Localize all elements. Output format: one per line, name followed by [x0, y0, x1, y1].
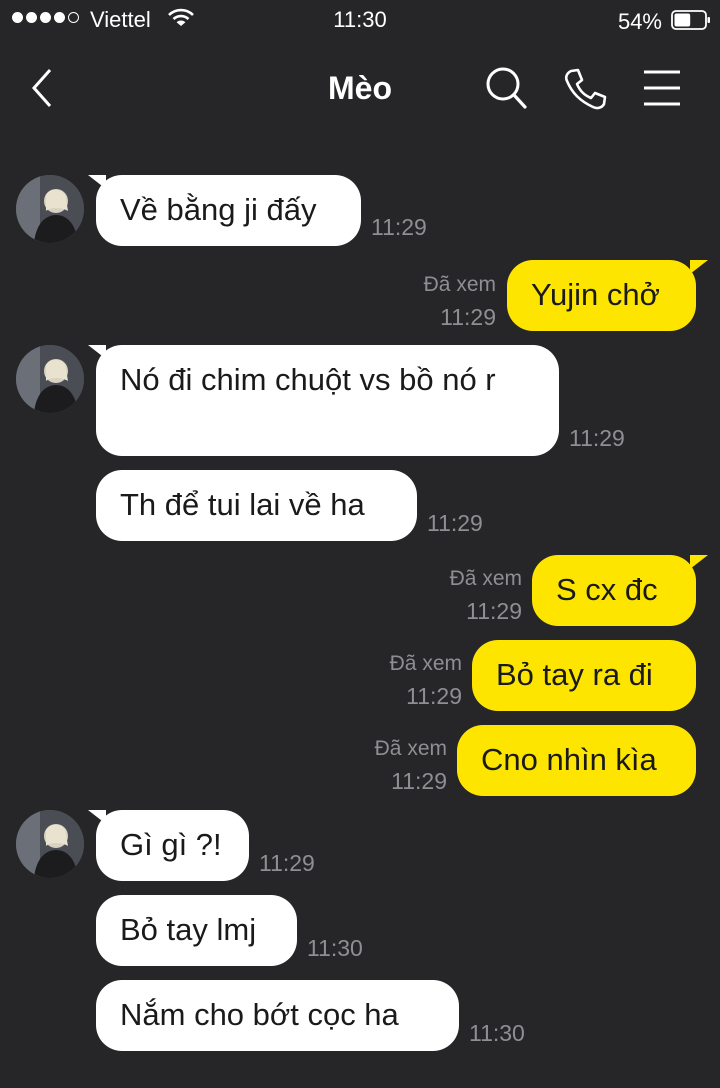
search-button[interactable] [482, 64, 532, 114]
chat-header: Mèo [0, 48, 720, 130]
message-time: 11:29 [391, 768, 447, 794]
contact-avatar[interactable] [16, 175, 84, 243]
read-receipt: Đã xem [389, 652, 462, 675]
avatar-photo [16, 810, 84, 878]
chat-screen: Viettel 11:30 54% Mèo Về bằng ji đấy 11:… [0, 0, 720, 1088]
back-icon [31, 69, 52, 107]
menu-button[interactable] [638, 64, 688, 114]
read-receipt: Đã xem [423, 273, 496, 296]
message-bubble-incoming[interactable]: Th để tui lai về ha [96, 470, 417, 541]
message-time: 11:29 [259, 850, 315, 876]
message-time: 11:29 [406, 683, 462, 709]
phone-icon [564, 68, 607, 110]
contact-avatar[interactable] [16, 345, 84, 413]
message-bubble-outgoing[interactable]: Cno nhìn kìa [457, 725, 696, 796]
message-time: 11:29 [466, 598, 522, 624]
message-bubble-incoming[interactable]: Gì gì ?! [96, 810, 249, 881]
call-button[interactable] [560, 64, 610, 114]
message-time: 11:30 [307, 935, 363, 961]
message-bubble-incoming[interactable]: Bỏ tay lmj [96, 895, 297, 966]
back-button[interactable] [22, 64, 62, 112]
battery-percentage: 54% [617, 9, 662, 34]
message-bubble-outgoing[interactable]: S cx đc [532, 555, 696, 626]
contact-avatar[interactable] [16, 810, 84, 878]
message-bubble-outgoing[interactable]: Bỏ tay ra đi [472, 640, 696, 711]
search-icon [486, 67, 527, 109]
battery-icon [671, 10, 710, 30]
read-receipt: Đã xem [449, 567, 522, 590]
read-receipt: Đã xem [374, 737, 447, 760]
chat-title: Mèo [328, 70, 392, 106]
bubble-tail [690, 555, 708, 569]
message-bubble-incoming[interactable]: Nó đi chim chuột vs bồ nó r [96, 345, 559, 456]
status-bar: Viettel 11:30 54% [0, 0, 720, 40]
message-time: 11:29 [569, 425, 625, 451]
message-bubble-incoming[interactable]: Về bằng ji đấy [96, 175, 361, 246]
message-time: 11:29 [371, 214, 427, 240]
message-time: 11:29 [440, 304, 496, 330]
message-time: 11:30 [469, 1020, 525, 1046]
bubble-tail [690, 260, 708, 274]
message-bubble-outgoing[interactable]: Yujin chở [507, 260, 696, 331]
avatar-photo [16, 345, 84, 413]
message-time: 11:29 [427, 510, 483, 536]
avatar-photo [16, 175, 84, 243]
status-time: 11:30 [333, 7, 387, 32]
menu-icon [644, 70, 680, 106]
message-bubble-incoming[interactable]: Nắm cho bớt cọc ha [96, 980, 459, 1051]
